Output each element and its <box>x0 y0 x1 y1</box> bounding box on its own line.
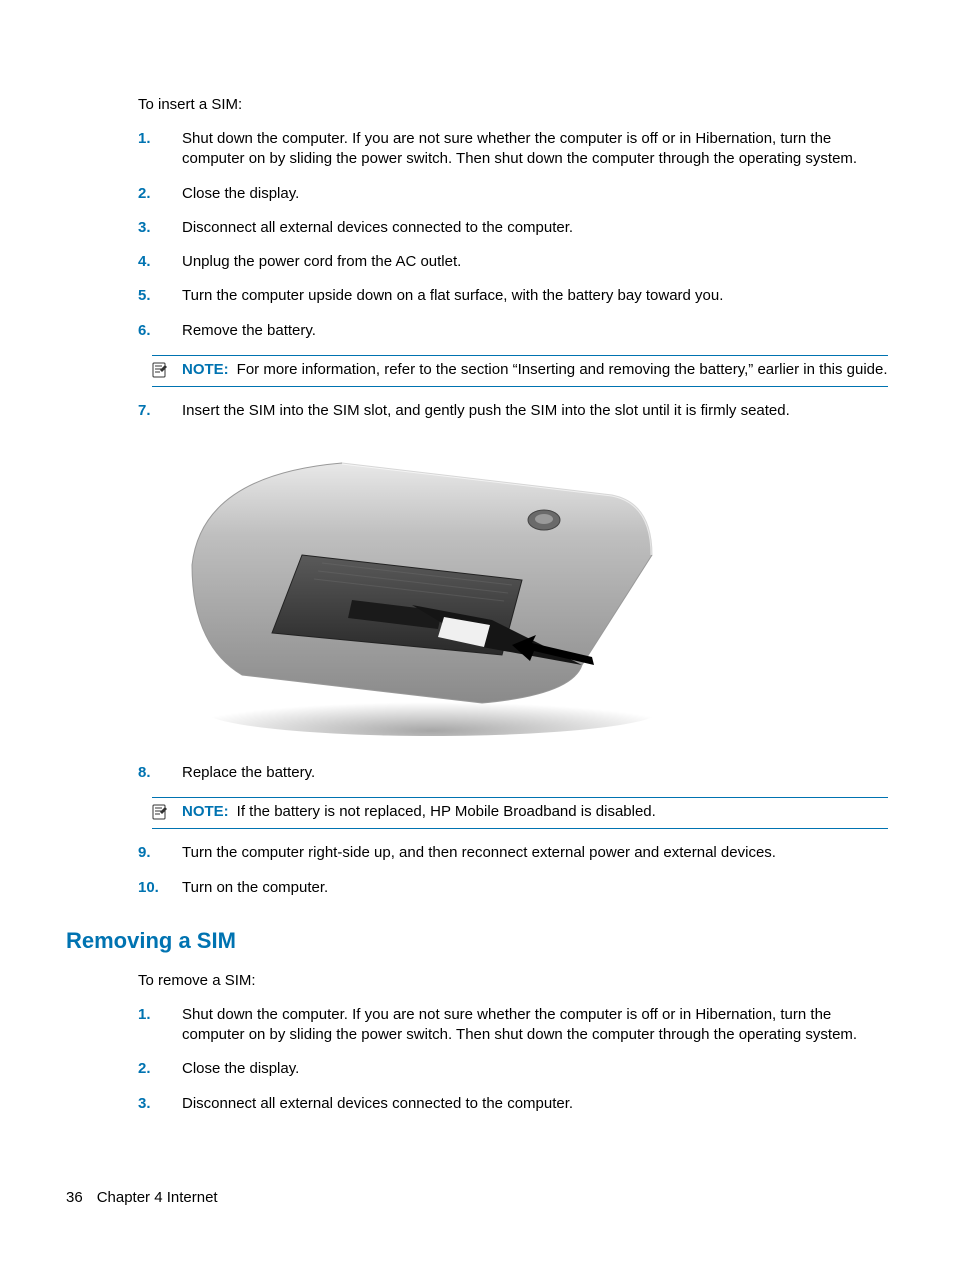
step-number: 2. <box>138 1059 182 1079</box>
step-number: 1. <box>138 129 182 170</box>
step-number: 2. <box>138 184 182 204</box>
step-number: 1. <box>138 1005 182 1046</box>
step-text: Turn the computer right-side up, and the… <box>182 843 888 863</box>
intro-text: To remove a SIM: <box>138 972 888 989</box>
step-number: 4. <box>138 252 182 272</box>
step-6: 6.Remove the battery. <box>138 321 888 341</box>
step-1: 1.Shut down the computer. If you are not… <box>138 1005 888 1046</box>
step-text: Shut down the computer. If you are not s… <box>182 1005 888 1046</box>
step-text: Close the display. <box>182 184 888 204</box>
step-number: 8. <box>138 763 182 783</box>
step-number: 3. <box>138 1094 182 1114</box>
step-7: 7.Insert the SIM into the SIM slot, and … <box>138 401 888 421</box>
insert-sim-steps: 1.Shut down the computer. If you are not… <box>138 129 888 341</box>
step-10: 10.Turn on the computer. <box>138 878 888 898</box>
step-9: 9.Turn the computer right-side up, and t… <box>138 843 888 863</box>
insert-sim-steps-cont3: 9.Turn the computer right-side up, and t… <box>138 843 888 898</box>
step-text: Unplug the power cord from the AC outlet… <box>182 252 888 272</box>
step-number: 3. <box>138 218 182 238</box>
page-footer: 36 Chapter 4 Internet <box>66 1189 218 1206</box>
note-label: NOTE: <box>182 803 229 820</box>
note-content: NOTE: If the battery is not replaced, HP … <box>182 802 888 824</box>
step-text: Insert the SIM into the SIM slot, and ge… <box>182 401 888 421</box>
note-content: NOTE: For more information, refer to the … <box>182 360 888 382</box>
section-heading-removing-sim: Removing a SIM <box>66 928 888 954</box>
step-3: 3.Disconnect all external devices connec… <box>138 218 888 238</box>
step-text: Turn the computer upside down on a flat … <box>182 286 888 306</box>
note-icon <box>152 360 182 382</box>
step-text: Shut down the computer. If you are not s… <box>182 129 888 170</box>
step-number: 7. <box>138 401 182 421</box>
page-number: 36 <box>66 1189 83 1206</box>
step-text: Remove the battery. <box>182 321 888 341</box>
insert-sim-steps-cont2: 8.Replace the battery. <box>138 763 888 783</box>
step-number: 5. <box>138 286 182 306</box>
step-text: Close the display. <box>182 1059 888 1079</box>
step-8: 8.Replace the battery. <box>138 763 888 783</box>
manual-page: To insert a SIM: 1.Shut down the compute… <box>0 0 954 1114</box>
sim-insert-figure <box>182 445 660 739</box>
step-text: Disconnect all external devices connecte… <box>182 1094 888 1114</box>
step-number: 10. <box>138 878 182 898</box>
note-body: If the battery is not replaced, HP Mobil… <box>237 803 656 820</box>
step-text: Disconnect all external devices connecte… <box>182 218 888 238</box>
step-4: 4.Unplug the power cord from the AC outl… <box>138 252 888 272</box>
step-text: Turn on the computer. <box>182 878 888 898</box>
step-number: 6. <box>138 321 182 341</box>
chapter-label: Chapter 4 Internet <box>97 1189 218 1206</box>
note-block: NOTE: For more information, refer to the … <box>152 355 888 387</box>
intro-text: To insert a SIM: <box>138 96 888 113</box>
note-body: For more information, refer to the secti… <box>237 361 888 378</box>
remove-sim-steps: 1.Shut down the computer. If you are not… <box>138 1005 888 1114</box>
step-3: 3.Disconnect all external devices connec… <box>138 1094 888 1114</box>
insert-sim-steps-cont: 7.Insert the SIM into the SIM slot, and … <box>138 401 888 421</box>
step-text: Replace the battery. <box>182 763 888 783</box>
note-block: NOTE: If the battery is not replaced, HP … <box>152 797 888 829</box>
note-icon <box>152 802 182 824</box>
step-2: 2.Close the display. <box>138 184 888 204</box>
step-5: 5.Turn the computer upside down on a fla… <box>138 286 888 306</box>
step-2: 2.Close the display. <box>138 1059 888 1079</box>
note-label: NOTE: <box>182 361 229 378</box>
step-1: 1.Shut down the computer. If you are not… <box>138 129 888 170</box>
step-number: 9. <box>138 843 182 863</box>
